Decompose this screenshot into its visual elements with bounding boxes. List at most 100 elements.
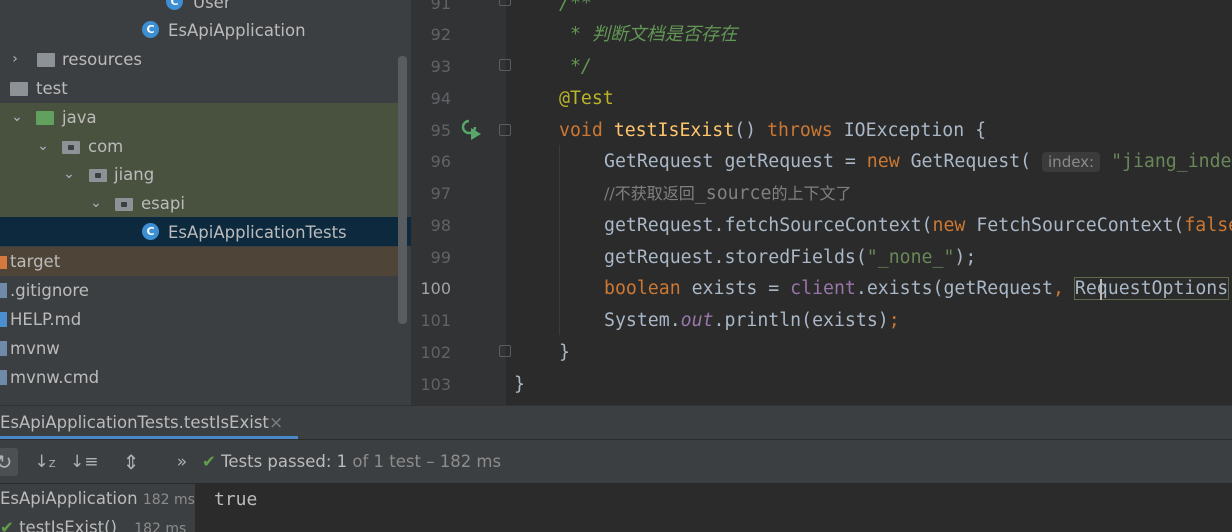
annotation: @Test xyxy=(559,88,614,109)
tree-item-mvnw[interactable]: mvnw xyxy=(0,334,411,363)
code-text: .exists(getRequest xyxy=(855,278,1053,299)
code-punctuation: , xyxy=(1052,278,1075,299)
fold-marker-icon[interactable] xyxy=(499,0,511,6)
code-text: ); xyxy=(954,247,977,268)
tree-item-label: EsApiApplication xyxy=(168,21,306,40)
tree-item-label: User xyxy=(193,0,231,12)
console-output[interactable]: true xyxy=(195,483,1232,532)
check-icon: ✔ xyxy=(0,518,14,532)
status-label: Tests passed: xyxy=(221,452,332,471)
test-node-time: 182 ms xyxy=(142,492,195,508)
code-text: IOException { xyxy=(843,120,987,141)
code-line-101: System.out.println(exists); xyxy=(604,305,900,337)
run-tab[interactable]: EsApiApplicationTests.testIsExist xyxy=(0,406,269,440)
fold-marker-icon[interactable] xyxy=(499,59,511,71)
keyword: throws xyxy=(767,120,844,141)
line-number: 96 xyxy=(430,152,451,171)
tree-item-test[interactable]: test xyxy=(0,74,411,103)
run-tab-title: EsApiApplicationTests.testIsExist xyxy=(0,413,269,432)
chevron-down-icon[interactable]: ⌄ xyxy=(89,189,103,218)
package-icon xyxy=(62,141,80,154)
tree-item-jiang[interactable]: ⌄ jiang xyxy=(0,160,411,189)
spring-boot-class-icon: C xyxy=(142,21,159,38)
code-text: } xyxy=(514,374,525,395)
method-name: testIsExist xyxy=(613,120,735,141)
code-line-103: } xyxy=(514,369,525,401)
test-source-folder-icon xyxy=(36,111,54,125)
chevron-down-icon[interactable]: ⌄ xyxy=(62,160,76,189)
static-field: out xyxy=(680,310,714,331)
code-text: } xyxy=(559,342,570,363)
close-icon[interactable]: × xyxy=(269,406,283,440)
text-caret xyxy=(1100,279,1102,300)
code-text: FetchSourceContext( xyxy=(976,215,1185,236)
doc-comment: */ xyxy=(559,56,592,77)
project-tree: C User C EsApiApplication › resources te… xyxy=(0,0,411,405)
code-line-97: //不获取返回_source的上下文了 xyxy=(604,178,851,210)
keyword: boolean xyxy=(604,278,692,299)
code-line-93: */ xyxy=(559,51,592,83)
code-line-96: GetRequest getRequest = new GetRequest( … xyxy=(604,146,1232,178)
tree-item-label: java xyxy=(62,108,97,127)
tree-item-esapiapplicationtests[interactable]: C EsApiApplicationTests xyxy=(0,218,411,247)
sort-by-duration-icon[interactable]: ↓≡ xyxy=(70,448,99,476)
code-text: .println(exists) xyxy=(713,310,889,331)
fold-marker-icon[interactable] xyxy=(499,345,511,357)
line-number: 91 xyxy=(430,0,451,13)
code-line-92: * 判断文档是否存在 xyxy=(559,19,737,51)
tree-item-user[interactable]: C User xyxy=(0,0,411,17)
file-icon xyxy=(0,283,7,298)
tree-item-label: test xyxy=(36,79,68,98)
tree-item-esapi[interactable]: ⌄ esapi xyxy=(0,189,411,218)
check-icon: ✔ xyxy=(202,452,216,471)
rerun-icon[interactable]: ↻ xyxy=(0,448,18,476)
test-node[interactable]: EsApiApplication 182 ms xyxy=(0,484,195,513)
resources-folder-icon xyxy=(37,53,55,67)
tree-item-resources[interactable]: › resources xyxy=(0,45,411,74)
test-status: ✔ Tests passed: 1 of 1 test – 182 ms xyxy=(202,440,501,484)
tree-item-label: resources xyxy=(62,50,142,69)
chevron-down-icon[interactable]: ⌄ xyxy=(36,132,50,161)
tree-item-java[interactable]: ⌄ java xyxy=(0,103,411,132)
tree-item-target[interactable]: target xyxy=(0,247,411,276)
class-icon: C xyxy=(166,0,183,10)
line-number: 92 xyxy=(430,25,451,44)
tree-item-esapiapplication[interactable]: C EsApiApplication xyxy=(0,16,411,45)
expand-all-icon[interactable]: ⇕ xyxy=(117,448,145,476)
sort-alphabetically-icon[interactable]: ↓Z xyxy=(31,448,59,476)
line-number: 94 xyxy=(430,89,451,108)
code-text: GetRequest( xyxy=(910,151,1032,172)
code-text: () xyxy=(734,120,768,141)
tree-item-label: HELP.md xyxy=(10,310,82,329)
code-line-95: void testIsExist() throws IOException { xyxy=(559,115,986,147)
keyword: new xyxy=(866,151,911,172)
line-comment: _source xyxy=(694,183,772,204)
keyword: new xyxy=(932,215,977,236)
indent-guide xyxy=(559,145,560,335)
test-node[interactable]: ✔ testIsExist() 182 ms xyxy=(0,513,186,532)
tree-item-mvnw-cmd[interactable]: mvnw.cmd xyxy=(0,363,411,392)
field-reference: client xyxy=(790,278,856,299)
tree-scrollbar[interactable] xyxy=(398,56,407,324)
code-text: getRequest.storedFields( xyxy=(604,247,867,268)
tree-item-com[interactable]: ⌄ com xyxy=(0,132,411,161)
more-icon[interactable]: » xyxy=(168,448,196,476)
tree-item-gitignore[interactable]: .gitignore xyxy=(0,276,411,305)
test-results-tree: EsApiApplication 182 ms ✔ testIsExist() … xyxy=(0,483,195,532)
code-line-102: } xyxy=(559,337,570,369)
tree-item-help-md[interactable]: HELP.md xyxy=(0,305,411,334)
fold-marker-icon[interactable] xyxy=(499,124,511,136)
run-test-icon[interactable] xyxy=(461,119,483,141)
tree-item-label: esapi xyxy=(141,194,185,213)
tree-item-label: jiang xyxy=(114,165,155,184)
console-text: true xyxy=(214,489,258,510)
line-number: 98 xyxy=(430,216,451,235)
folder-icon xyxy=(10,82,28,96)
package-icon xyxy=(89,169,107,182)
status-detail: of 1 test – 182 ms xyxy=(352,452,502,471)
doc-comment: /** xyxy=(559,0,592,14)
chevron-right-icon[interactable]: › xyxy=(8,45,22,74)
test-class-icon: C xyxy=(142,223,159,240)
chevron-down-icon[interactable]: ⌄ xyxy=(10,103,24,132)
code-line-91: /** xyxy=(559,0,592,20)
